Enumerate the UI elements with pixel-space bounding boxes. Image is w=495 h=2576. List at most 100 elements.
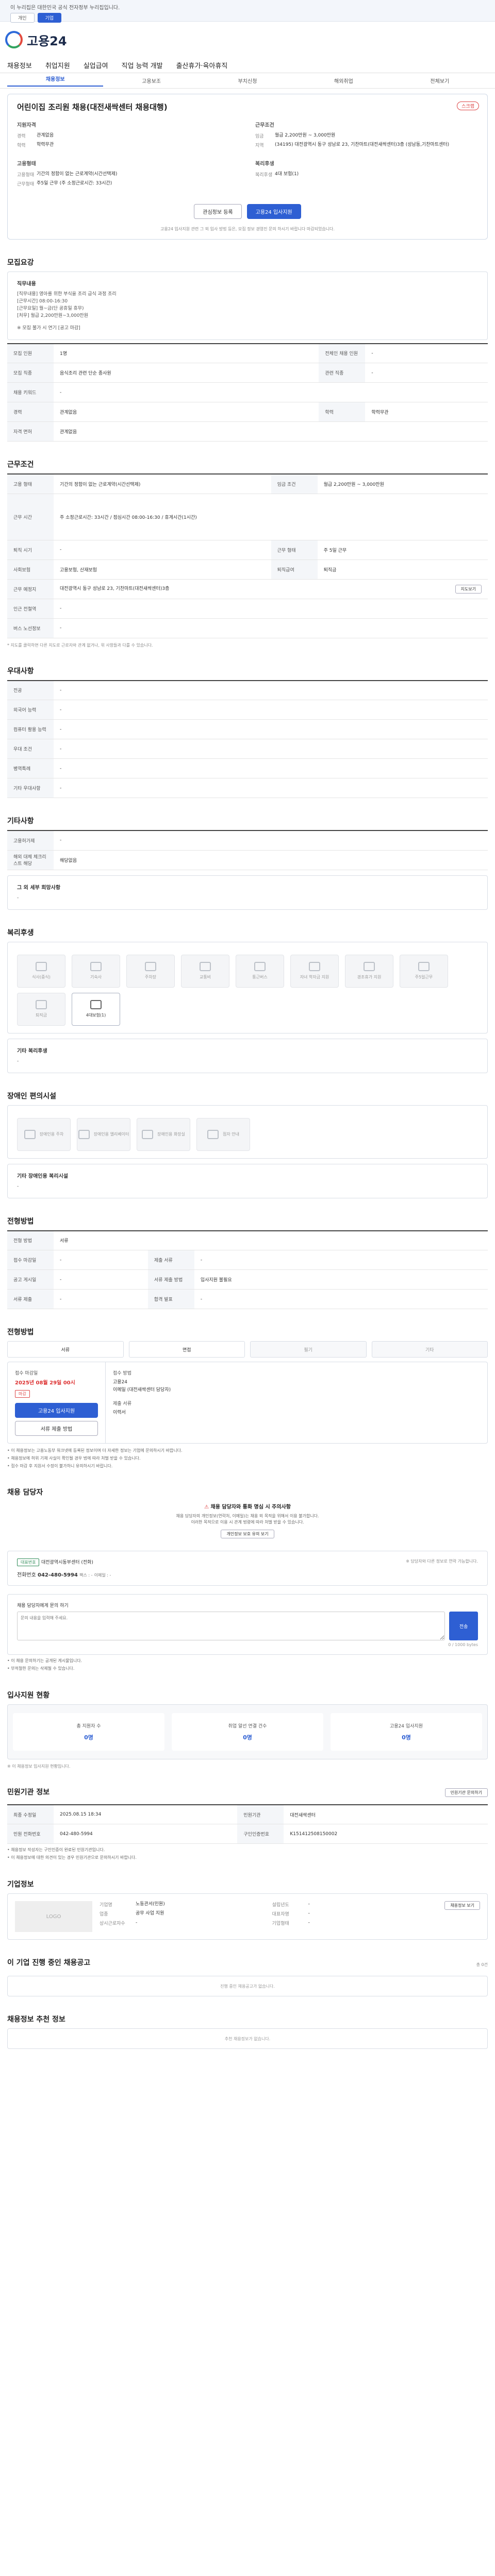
cell-head: 고용허가제 <box>7 830 54 851</box>
cell-head: 서류 제출 <box>7 1289 54 1309</box>
duty-box: 직무내용 [직무내용] 영아를 위한 부식을 조리 급식 과정 조리 [근무시간… <box>7 272 488 340</box>
cell-val: - <box>54 540 271 560</box>
qa-input[interactable] <box>17 1612 446 1641</box>
subnav-2[interactable]: 부치신청 <box>200 77 295 84</box>
qa-send-button[interactable]: 전송 <box>449 1612 478 1641</box>
etc-extra: 그 외 세부 희망사항 - <box>7 875 488 910</box>
meal-icon <box>36 962 47 972</box>
subnav-recruit[interactable]: 채용정보 <box>7 75 104 87</box>
cell-head: 고용 형태 <box>7 473 54 494</box>
cell-val: - <box>54 680 488 701</box>
nav-job-support[interactable]: 취업지원 <box>45 60 70 70</box>
company-val: 노동관서(민원) <box>136 1902 165 1907</box>
cell-val: 해당없음 <box>54 850 488 870</box>
cond-key: 임금 <box>255 134 264 139</box>
step-written: 필기 <box>250 1341 367 1358</box>
apply-steps: 서류 면접 필기 기타 <box>7 1341 488 1358</box>
transport-icon <box>200 962 211 972</box>
subnav-1[interactable]: 고용보조 <box>103 77 199 84</box>
nav-recruit[interactable]: 채용정보 <box>7 60 32 70</box>
cell-head: 사회보험 <box>7 560 54 580</box>
cell-head: 근무 예정지 <box>7 579 54 599</box>
cell-head: 공고 게시일 <box>7 1269 54 1290</box>
warn-line: 채용 담당자의 개인정보(연락처, 이메일)는 채용 외 목적을 위해서 이용 … <box>176 1514 319 1519</box>
etc-table: 고용허가제 - 해외 대체 체크리스트 해당 해당없음 <box>7 830 488 870</box>
cell-val: 대전광역시 동구 성남로 23, 기찬마트(대전새싹센터)3층 <box>60 586 170 591</box>
company-key: 설립년도 <box>272 1903 289 1908</box>
rep-badge: 대표번호 <box>17 1558 40 1567</box>
cell-val: 음식조리 관련 단순 종사원 <box>54 363 319 383</box>
site-header: 고용24 <box>0 22 495 58</box>
etc-extra-val: - <box>17 895 19 901</box>
cell-head: 퇴직 시기 <box>7 540 54 560</box>
access-other: 기타 장애인용 복리시설 - <box>7 1163 488 1198</box>
parking-icon <box>145 962 156 972</box>
dorm-icon <box>90 962 102 972</box>
access-item: 장애인용 주차 <box>17 1117 71 1151</box>
cell-head: 근무 시간 <box>7 494 54 540</box>
duty-line: ※ 모집 불가 시 연기 [공고 마감] <box>17 325 80 331</box>
subnav-3[interactable]: 해외취업 <box>295 77 391 84</box>
apply-note: • 이 채용정보는 고용노동부 워크넷에 등록된 정보이며 더 자세한 정보는 … <box>7 1448 183 1453</box>
apply-box: 접수 마감일 2025년 08월 29일 00시 마감 고용24 입사지원 서류… <box>7 1362 488 1444</box>
cell-head: 제출 서류 <box>147 1250 194 1270</box>
company-key: 기업명 <box>100 1903 112 1908</box>
welfare-item: 주5일근무 <box>400 954 448 988</box>
welfare-item: 기숙사 <box>72 954 120 988</box>
qa-note: • 부적절한 문의는 삭제될 수 있습니다. <box>7 1666 75 1671</box>
parking-icon <box>24 1129 36 1139</box>
subnav-4[interactable]: 전체보기 <box>392 77 488 84</box>
welfare-item: 주차장 <box>126 954 175 988</box>
privacy-button[interactable]: 개인정보 보호 유의 보기 <box>221 1530 274 1539</box>
nav-parental-leave[interactable]: 출산휴가·육아휴직 <box>176 60 228 70</box>
recruit-table: 모집 인원 1명 전체인 채용 인원 - 모집 직종 음식조리 관련 단순 종사원 관련 … <box>7 343 488 442</box>
logo-icon[interactable] <box>5 31 23 48</box>
welfare-label: 4대보험(1) <box>86 1013 106 1018</box>
company-jobs-button[interactable]: 채용정보 보기 <box>444 1901 481 1910</box>
qual-key: 학력 <box>17 143 26 148</box>
closed-tag: 마감 <box>15 1390 30 1398</box>
cell-val: 기간의 정함이 없는 근로계약(시간선택제) <box>54 473 271 494</box>
nav-training[interactable]: 직업 능력 개발 <box>122 60 163 70</box>
contact-card: 대표번호 대전광역시동부센터 (전화) 전화번호 042-480-5994 팩스… <box>7 1551 488 1586</box>
scrap-button[interactable]: 스크랩 <box>457 101 479 110</box>
nav-unemployment[interactable]: 실업급여 <box>84 60 108 70</box>
access-item: 장애인용 엘리베이터 <box>77 1117 130 1151</box>
cell-val: - <box>54 830 488 851</box>
welfare-item: 교통비 <box>181 954 229 988</box>
interest-button[interactable]: 관심정보 등록 <box>194 204 242 219</box>
cell-head: 우대 조건 <box>7 739 54 759</box>
phone-value: 042-480-5994 <box>38 1572 78 1579</box>
personal-button[interactable]: 개인 <box>10 13 35 23</box>
reg-button[interactable]: 민원기관 문의하기 <box>444 1788 488 1797</box>
pension-icon <box>36 1000 47 1010</box>
company-button[interactable]: 기업 <box>37 13 62 23</box>
cell-head: 서류 제출 방법 <box>147 1269 194 1290</box>
cell-val: - <box>365 343 488 364</box>
cell-val: - <box>54 719 488 740</box>
welfare-other-head: 기타 복리후생 <box>17 1048 47 1054</box>
site-logo[interactable]: 고용24 <box>27 31 67 49</box>
stat-card: 고용24 입사지원 0명 <box>331 1713 482 1751</box>
contact-warning: ⚠ 채용 담당자와 통화 명심 시 주의사항 채용 담당자의 개인정보(연락처,… <box>7 1502 488 1539</box>
welfare-title: 복리후생 <box>7 928 34 937</box>
cell-val: 고용보험, 산재보험 <box>54 560 271 580</box>
qual-key: 경력 <box>17 134 26 139</box>
sub-nav: 채용정보 고용보조 부치신청 해외취업 전체보기 <box>0 73 495 89</box>
company-key: 업종 <box>100 1912 108 1918</box>
apply-online-button[interactable]: 고용24 입사지원 <box>15 1403 98 1418</box>
cell-val: 입사지원 불필요 <box>194 1269 488 1290</box>
job-summary: 어린이집 조리원 채용(대전새싹센터 채용대행) 스크랩 지원자격 경력 관계없음… <box>7 94 488 240</box>
apply-button[interactable]: 고용24 입사지원 <box>246 204 301 219</box>
cell-val: 042-480-5994 <box>54 1824 238 1844</box>
cond-val: 월급 2,200만원 ~ 3,000만원 <box>275 133 336 138</box>
cell-val: - <box>194 1250 488 1270</box>
cell-val: - <box>54 599 488 619</box>
reg-note: • 채용정보 작성자는 구인인증이 완료된 민원기관입니다. <box>7 1848 105 1853</box>
map-button[interactable]: 지도보기 <box>455 584 482 594</box>
doc-method-button[interactable]: 서류 제출 방법 <box>15 1421 98 1436</box>
job-title: 어린이집 조리원 채용(대전새싹센터 채용대행) <box>17 103 168 112</box>
cell-val: - <box>54 382 488 403</box>
cell-head: 근무 형태 <box>271 540 318 560</box>
access-box: 장애인용 주차 장애인용 엘리베이터 장애인용 화장실 점자 안내 <box>7 1105 488 1159</box>
